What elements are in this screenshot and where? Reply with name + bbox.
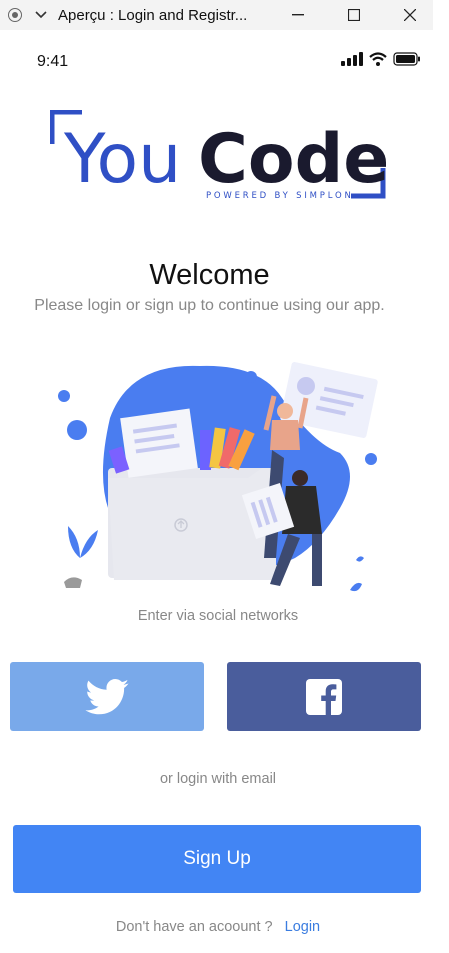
login-link[interactable]: Login — [285, 919, 320, 935]
logo-tagline: POWERED BY SIMPLON — [206, 191, 354, 201]
record-icon[interactable] — [8, 8, 22, 22]
youcode-logo: You Code POWERED BY SIMPLON — [50, 110, 386, 201]
facebook-f-icon — [306, 678, 342, 715]
battery-icon — [393, 52, 420, 66]
sign-up-button[interactable]: Sign Up — [13, 825, 421, 893]
email-login-label: or login with email — [159, 771, 277, 787]
welcome-title: Welcome — [149, 259, 270, 291]
window-titlebar: Aperçu : Login and Registr... — [0, 0, 433, 30]
logo-you: You — [63, 120, 181, 199]
window-title: Aperçu : Login and Registr... — [58, 6, 248, 24]
close-icon[interactable] — [382, 0, 438, 30]
social-networks-label: Enter via social networks — [137, 608, 299, 624]
status-time: 9:41 — [37, 53, 69, 70]
window-edge — [433, 0, 449, 953]
facebook-login-button[interactable] — [227, 662, 421, 731]
minimize-icon[interactable] — [270, 0, 326, 30]
footer: Don't have an acoount ? Login — [0, 919, 436, 935]
wifi-icon — [369, 52, 387, 66]
folder-illustration — [58, 362, 378, 592]
twitter-login-button[interactable] — [10, 662, 204, 731]
logo-code: Code — [198, 120, 386, 199]
twitter-bird-icon — [85, 678, 129, 714]
chevron-down-icon[interactable] — [34, 8, 48, 22]
no-account-text: Don't have an acoount ? — [115, 919, 273, 935]
maximize-icon[interactable] — [326, 0, 382, 30]
status-icons — [341, 52, 421, 66]
signal-icon — [341, 52, 363, 66]
welcome-subtitle: Please login or sign up to continue usin… — [34, 297, 385, 314]
